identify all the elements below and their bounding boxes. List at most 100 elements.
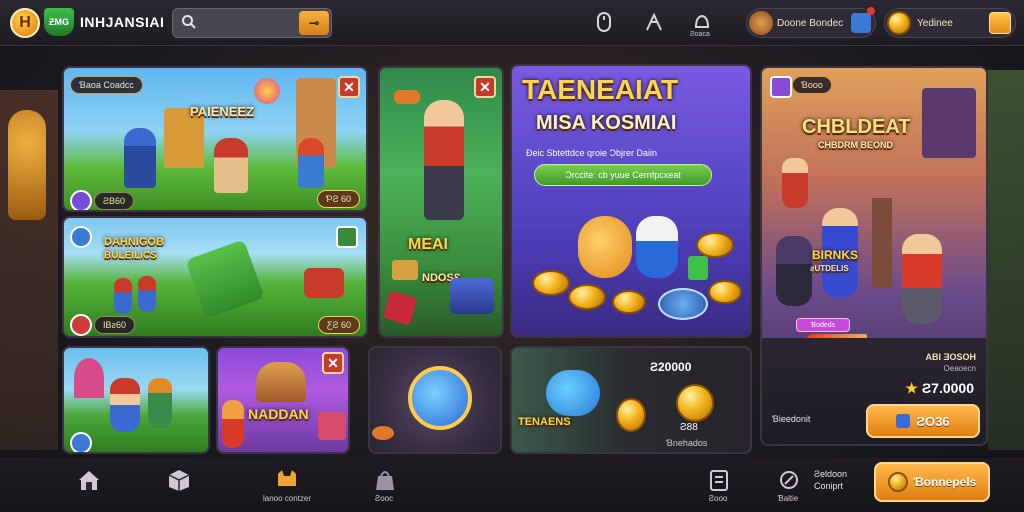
- character-image: [214, 138, 248, 193]
- search-bar[interactable]: ⊸: [172, 8, 332, 38]
- crate-image: [392, 260, 418, 280]
- logo-letter: H: [19, 14, 31, 31]
- share-icon[interactable]: [336, 226, 358, 248]
- card-badge: ƧB60: [94, 192, 135, 210]
- token-image: [658, 288, 708, 320]
- buy-button[interactable]: ƧO36: [866, 404, 980, 438]
- mouse-icon[interactable]: [592, 10, 616, 34]
- game-card-2[interactable]: DAHNIGOB BULEILICS IBƨ60 ƸƧ 60: [62, 216, 368, 338]
- nav-sword-label: Ɓaltie: [777, 494, 799, 503]
- promo-title: CHBLDEAT: [802, 116, 911, 138]
- home-icon: [79, 471, 99, 490]
- promo-cta-label: Ɔrccite: cb yuue Cernfpcxeat: [565, 170, 681, 180]
- cta-button-label: Ɓonnepels: [913, 475, 977, 489]
- bottom-nav: Ɩanoo contzer Ƨooc Ƨooo Ɓaltie Ƨeldoon C…: [0, 458, 1024, 512]
- game-card-6[interactable]: [62, 346, 210, 454]
- coin-icon: [616, 398, 646, 432]
- character-image: [110, 378, 140, 432]
- promo-subtitle: CHBDRM BEOND: [818, 140, 893, 150]
- close-button[interactable]: ✕: [322, 352, 344, 374]
- notification-dot: [867, 7, 875, 15]
- character-image: [776, 236, 812, 306]
- info-icon[interactable]: [70, 432, 92, 452]
- shield-icon: [70, 190, 92, 210]
- game-card-1[interactable]: Ɓaoa Coadcc PAIENEEZ ✕ ƧB60 ƤƧ 60: [62, 66, 368, 212]
- car-image: [304, 268, 344, 298]
- card-title-line1: MEAI: [408, 236, 448, 253]
- promo-pink-label: Ɓodeds: [810, 321, 836, 329]
- nav-box[interactable]: [148, 464, 208, 508]
- promo-banner: BIRNKS: [812, 248, 859, 262]
- game-card-9[interactable]: TENAENS Ƨ20000 Ƨ88 Ɓnehados: [510, 346, 752, 454]
- brand-name: INHJANSIAI: [80, 14, 165, 30]
- promo-card-right[interactable]: Ɓooo CHBLDEAT CHBDRM BEOND BIRNKS ƨUTDEL…: [760, 66, 988, 446]
- card-sub: Ɓnehados: [666, 438, 708, 448]
- character-image: [782, 158, 808, 208]
- card-title-line1: DAHNIGOB: [104, 236, 164, 248]
- promo-title: TAENEAIAT: [522, 74, 679, 105]
- nav-side-text: Ƨeldoon Coniprt: [814, 469, 848, 491]
- nav-sword[interactable]: Ɓaltie: [758, 464, 818, 508]
- house-image: [256, 362, 306, 402]
- offer-line2: Oeaoecn: [943, 364, 976, 373]
- hero-character-image: [902, 234, 942, 324]
- promo-line: Ɖeic Sbtettdce qroie Ɔbjrer Daiin: [526, 148, 658, 158]
- nav-home[interactable]: [58, 464, 118, 508]
- cta-button[interactable]: Ɓonnepels: [874, 462, 990, 502]
- tower-image: [872, 198, 892, 288]
- profile-label: Doone Bondec: [777, 18, 844, 29]
- character-image: [124, 128, 156, 188]
- globe-icon: [70, 226, 92, 248]
- game-card-8[interactable]: [368, 346, 502, 454]
- offer-line1: ABI ƎOSOH: [925, 352, 976, 362]
- game-card-7[interactable]: ✕ NADDAN: [216, 346, 350, 454]
- coin-icon: [696, 232, 734, 258]
- promo-pink-tag: Ɓodeds: [796, 318, 850, 332]
- nav-center-label: Ɩanoo contzer: [262, 494, 312, 503]
- character-image: [148, 378, 172, 428]
- logo-shield-icon: ƵMG: [44, 8, 74, 36]
- coin-icon: [887, 472, 908, 492]
- profile-badge-icon: [851, 13, 871, 33]
- card-coin-value: Ƨ88: [680, 422, 698, 433]
- character-image: [222, 400, 244, 448]
- runner-character-image: [424, 100, 464, 220]
- heart-icon: [70, 314, 92, 336]
- truck-image: [185, 239, 265, 319]
- top-bar: H ƵMG INHJANSIAI ⊸ Ƨoaca Doone Bondec Ye…: [0, 0, 1024, 46]
- promo-cta-button[interactable]: Ɔrccite: cb yuue Cernfpcxeat: [534, 164, 712, 186]
- compass-character-image: [408, 366, 472, 430]
- character-image: [114, 278, 132, 314]
- promo-card-main[interactable]: TAENEAIAT MISA KOSMIAI Ɖeic Sbtettdce qr…: [510, 64, 752, 338]
- coin-icon: [532, 270, 570, 296]
- sneaker-image: [394, 90, 420, 104]
- game-card-3[interactable]: ✕ MEAI NDOSƐ: [378, 66, 504, 338]
- avatar: [749, 11, 773, 35]
- nav-clipboard[interactable]: Ƨooo: [688, 464, 748, 508]
- close-button[interactable]: ✕: [338, 76, 360, 98]
- nav-bag[interactable]: Ƨooc: [354, 464, 414, 508]
- promo-subtitle: MISA KOSMIAI: [536, 112, 677, 134]
- calendar-icon: [770, 76, 792, 98]
- building-image: [922, 88, 976, 158]
- wallet-label: Yedinee: [917, 18, 953, 29]
- logo-badge[interactable]: H: [10, 8, 40, 38]
- flag-icon[interactable]: [642, 10, 666, 34]
- close-button[interactable]: ✕: [474, 76, 496, 98]
- gift-box-image: [382, 290, 418, 326]
- search-icon: [182, 15, 196, 29]
- coin-icon: [676, 384, 714, 422]
- balloon-image: [254, 78, 280, 104]
- nav-center[interactable]: Ɩanoo contzer: [252, 464, 322, 508]
- mascot-image: [578, 216, 632, 278]
- card-tag: Ɓaoa Coadcc: [70, 76, 143, 94]
- palm-tree-image: [74, 358, 104, 398]
- profile-pill[interactable]: Doone Bondec: [746, 7, 876, 38]
- wallet-pill[interactable]: Yedinee: [884, 8, 1016, 38]
- nav-bag-label: Ƨooc: [374, 494, 394, 503]
- card-tag: Ɓooo: [792, 76, 832, 94]
- search-submit-button[interactable]: ⊸: [299, 11, 329, 35]
- offer-price: ★ Ƨ7.0000: [905, 380, 974, 397]
- add-funds-icon[interactable]: [989, 12, 1011, 34]
- right-scenery: [988, 70, 1024, 450]
